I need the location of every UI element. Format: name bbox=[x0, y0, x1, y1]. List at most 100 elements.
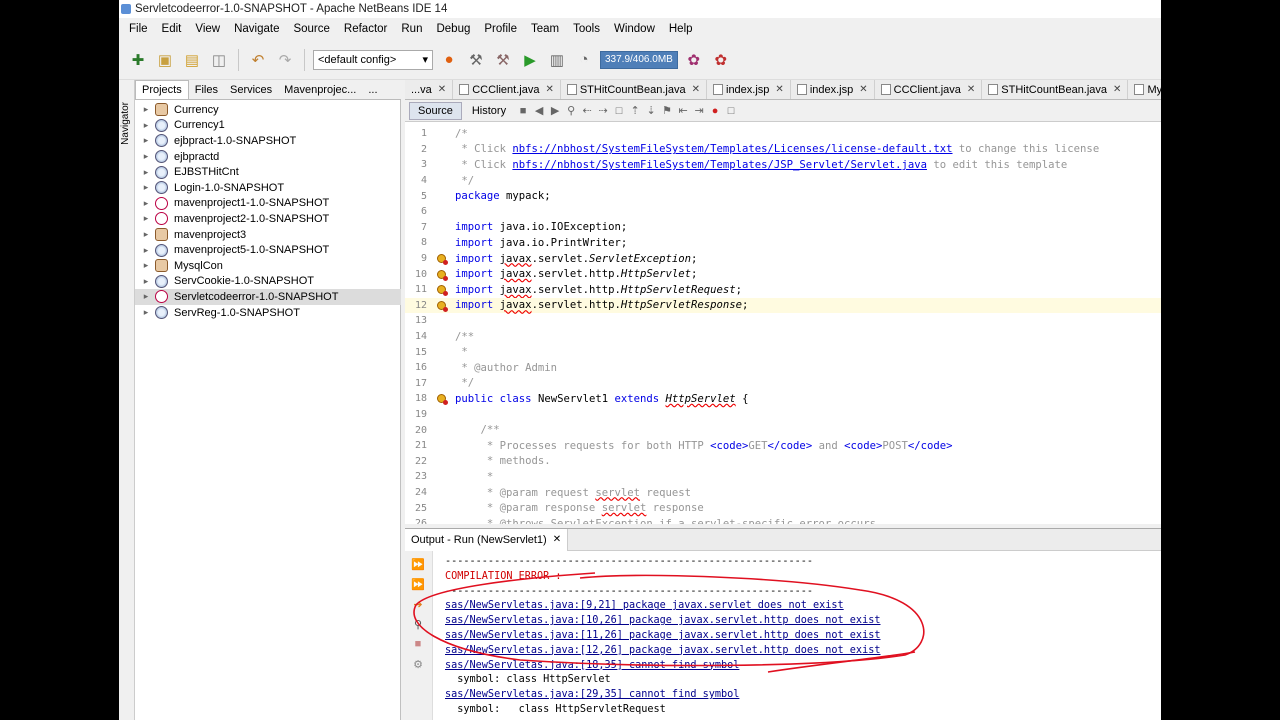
find-next-icon[interactable]: ⇢ bbox=[596, 104, 610, 118]
left-tab[interactable]: Services bbox=[224, 81, 278, 99]
error-hint-icon[interactable] bbox=[436, 269, 448, 281]
menu-file[interactable]: File bbox=[122, 23, 155, 35]
menu-source[interactable]: Source bbox=[286, 23, 336, 35]
rerun-goals-icon[interactable]: ⏩ bbox=[411, 577, 425, 591]
expand-arrow-icon[interactable]: ▸ bbox=[139, 229, 153, 240]
close-icon[interactable]: ✕ bbox=[967, 84, 975, 95]
editor-tab[interactable]: index.jsp ✕ bbox=[707, 80, 791, 99]
shift-right-icon[interactable]: ⇥ bbox=[692, 104, 706, 118]
profile-icon[interactable]: ◔ bbox=[573, 49, 595, 71]
expand-arrow-icon[interactable]: ▸ bbox=[139, 167, 153, 178]
expand-arrow-icon[interactable]: ▸ bbox=[139, 120, 153, 131]
project-node[interactable]: ▸ mavenproject1-1.0-SNAPSHOT bbox=[135, 196, 401, 212]
error-link[interactable]: sas/NewServletas.java:[9,21] package jav… bbox=[445, 599, 880, 614]
error-link[interactable]: sas/NewServletas.java:[11,26] package ja… bbox=[445, 629, 880, 644]
next-bookmark-icon[interactable]: ⇣ bbox=[644, 104, 658, 118]
new-project-icon[interactable]: ▣ bbox=[154, 49, 176, 71]
left-tab[interactable]: Files bbox=[189, 81, 224, 99]
menu-tools[interactable]: Tools bbox=[566, 23, 607, 35]
undo-icon[interactable]: ↶ bbox=[247, 49, 269, 71]
error-hint-icon[interactable] bbox=[436, 300, 448, 312]
inspect-icon[interactable]: ⚲ bbox=[411, 617, 425, 631]
forward-icon[interactable]: ▶ bbox=[548, 104, 562, 118]
search-icon[interactable]: ⚲ bbox=[564, 104, 578, 118]
menu-view[interactable]: View bbox=[188, 23, 227, 35]
error-hint-icon[interactable] bbox=[436, 394, 448, 406]
profile-ide-icon[interactable]: ✿ bbox=[710, 49, 732, 71]
last-edit-icon[interactable]: ■ bbox=[516, 104, 530, 118]
clean-build-icon[interactable]: ⚒ bbox=[492, 49, 514, 71]
error-link[interactable]: sas/NewServletas.java:[10,26] package ja… bbox=[445, 614, 880, 629]
project-node[interactable]: ▸ ejbpract-1.0-SNAPSHOT bbox=[135, 133, 401, 149]
editor-tab[interactable]: CCClient.java ✕ bbox=[453, 80, 561, 99]
editor-tab[interactable]: MysqlCon... bbox=[1128, 80, 1161, 99]
stop-icon[interactable]: ■ bbox=[411, 637, 425, 651]
redo-icon[interactable]: ↷ bbox=[274, 49, 296, 71]
history-tab[interactable]: History bbox=[464, 103, 514, 119]
source-tab[interactable]: Source bbox=[409, 101, 462, 120]
project-node[interactable]: ▸ Login-1.0-SNAPSHOT bbox=[135, 180, 401, 196]
gc-icon[interactable]: ✿ bbox=[683, 49, 705, 71]
settings-icon[interactable]: ⚙ bbox=[411, 657, 425, 671]
expand-arrow-icon[interactable]: ▸ bbox=[139, 104, 153, 115]
project-node[interactable]: ▸ MysqlCon bbox=[135, 258, 401, 274]
editor-tab[interactable]: STHitCountBean.java ✕ bbox=[561, 80, 707, 99]
expand-arrow-icon[interactable]: ▸ bbox=[139, 198, 153, 209]
config-select[interactable]: <default config> ▾ bbox=[313, 49, 433, 70]
project-node[interactable]: ▸ Currency bbox=[135, 102, 401, 118]
build-icon[interactable]: ⚒ bbox=[465, 49, 487, 71]
editor-tab[interactable]: index.jsp ✕ bbox=[791, 80, 875, 99]
menu-help[interactable]: Help bbox=[662, 23, 700, 35]
error-hint-icon[interactable] bbox=[436, 285, 448, 297]
stop-macro-icon[interactable]: □ bbox=[724, 104, 738, 118]
menu-profile[interactable]: Profile bbox=[477, 23, 524, 35]
project-node[interactable]: ▸ mavenproject5-1.0-SNAPSHOT bbox=[135, 242, 401, 258]
save-all-icon[interactable]: ◫ bbox=[208, 49, 230, 71]
run-icon[interactable]: ▶ bbox=[519, 49, 541, 71]
output-tab[interactable]: Output - Run (NewServlet1) ✕ bbox=[405, 528, 569, 551]
menu-refactor[interactable]: Refactor bbox=[337, 23, 394, 35]
menu-window[interactable]: Window bbox=[607, 23, 662, 35]
toggle-highlight-icon[interactable]: □ bbox=[612, 104, 626, 118]
shift-left-icon[interactable]: ⇤ bbox=[676, 104, 690, 118]
project-node[interactable]: ▸ mavenproject2-1.0-SNAPSHOT bbox=[135, 211, 401, 227]
debug-icon[interactable]: ▥ bbox=[546, 49, 568, 71]
project-node[interactable]: ▸ EJBSTHitCnt bbox=[135, 164, 401, 180]
expand-arrow-icon[interactable]: ▸ bbox=[139, 245, 153, 256]
output-text[interactable]: ----------------------------------------… bbox=[445, 555, 880, 718]
expand-arrow-icon[interactable]: ▸ bbox=[139, 307, 153, 318]
close-icon[interactable]: ✕ bbox=[859, 84, 867, 95]
rerun-icon[interactable]: ⏩ bbox=[411, 557, 425, 571]
project-node[interactable]: ▸ Servletcodeerror-1.0-SNAPSHOT bbox=[135, 289, 401, 305]
expand-arrow-icon[interactable]: ▸ bbox=[139, 291, 153, 302]
close-icon[interactable]: ✕ bbox=[545, 84, 553, 95]
project-node[interactable]: ▸ ServReg-1.0-SNAPSHOT bbox=[135, 305, 401, 321]
menu-navigate[interactable]: Navigate bbox=[227, 23, 286, 35]
close-icon[interactable]: ✕ bbox=[775, 84, 783, 95]
close-icon[interactable]: ✕ bbox=[553, 534, 561, 545]
error-link[interactable]: sas/NewServletas.java:[18,35] cannot fin… bbox=[445, 659, 880, 674]
left-tab[interactable]: Mavenprojec... bbox=[278, 81, 362, 99]
record-macro-icon[interactable]: ● bbox=[708, 104, 722, 118]
expand-arrow-icon[interactable]: ▸ bbox=[139, 276, 153, 287]
menu-debug[interactable]: Debug bbox=[429, 23, 477, 35]
error-link[interactable]: sas/NewServletas.java:[29,35] cannot fin… bbox=[445, 688, 880, 703]
left-tab[interactable]: ... bbox=[362, 81, 383, 99]
expand-arrow-icon[interactable]: ▸ bbox=[139, 260, 153, 271]
new-file-icon[interactable]: ✚ bbox=[127, 49, 149, 71]
project-node[interactable]: ▸ ServCookie-1.0-SNAPSHOT bbox=[135, 274, 401, 290]
error-link[interactable]: sas/NewServletas.java:[12,26] package ja… bbox=[445, 644, 880, 659]
left-tab[interactable]: Projects bbox=[135, 80, 189, 99]
close-icon[interactable]: ✕ bbox=[438, 84, 446, 95]
editor-tab[interactable]: STHitCountBean.java ✕ bbox=[982, 80, 1129, 99]
browser-icon[interactable]: ● bbox=[438, 49, 460, 71]
open-project-icon[interactable]: ▤ bbox=[181, 49, 203, 71]
menu-run[interactable]: Run bbox=[394, 23, 429, 35]
editor-tab[interactable]: CCClient.java ✕ bbox=[875, 80, 983, 99]
navigator-label[interactable]: Navigator bbox=[120, 102, 131, 145]
memory-indicator[interactable]: 337.9/406.0MB bbox=[600, 50, 678, 69]
project-node[interactable]: ▸ ejbpractd bbox=[135, 149, 401, 165]
expand-arrow-icon[interactable]: ▸ bbox=[139, 182, 153, 193]
expand-arrow-icon[interactable]: ▸ bbox=[139, 213, 153, 224]
error-hint-icon[interactable] bbox=[436, 254, 448, 266]
